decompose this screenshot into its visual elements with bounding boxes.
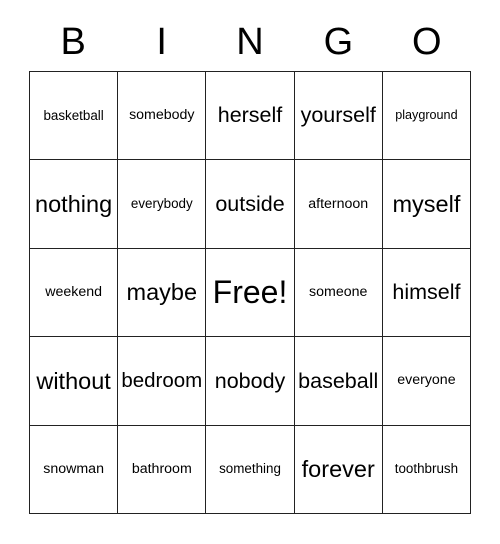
bingo-cell[interactable]: myself bbox=[382, 160, 472, 249]
bingo-cell[interactable]: basketball bbox=[30, 72, 119, 161]
bingo-cell[interactable]: afternoon bbox=[294, 160, 383, 249]
bingo-cell-label: everybody bbox=[130, 196, 193, 212]
bingo-row: without bedroom nobody baseball everyone bbox=[30, 337, 472, 426]
bingo-cell[interactable]: somebody bbox=[118, 72, 207, 161]
bingo-cell-label: bathroom bbox=[131, 460, 192, 477]
bingo-cell[interactable]: forever bbox=[294, 425, 383, 514]
bingo-row: snowman bathroom something forever toothbrus… bbox=[30, 425, 472, 514]
bingo-cell[interactable]: without bbox=[30, 337, 119, 426]
bingo-cell-label: myself bbox=[392, 190, 461, 217]
bingo-cell[interactable]: nobody bbox=[206, 337, 295, 426]
bingo-row: basketball somebody herself yourself playgro… bbox=[30, 72, 472, 161]
bingo-cell[interactable]: someone bbox=[294, 248, 383, 338]
bingo-cell-label: himself bbox=[392, 280, 461, 305]
bingo-free-space[interactable]: Free! bbox=[206, 248, 295, 338]
bingo-cell-label: somebody bbox=[129, 107, 195, 124]
bingo-cell-label: basketball bbox=[43, 107, 104, 123]
bingo-row: nothing everybody outside afternoon myself bbox=[30, 160, 472, 249]
bingo-cell[interactable]: everyone bbox=[382, 337, 472, 426]
bingo-cell[interactable]: himself bbox=[382, 248, 472, 338]
bingo-cell[interactable]: something bbox=[206, 425, 295, 514]
bingo-header-letter-b: B bbox=[60, 20, 86, 63]
bingo-cell[interactable]: everybody bbox=[118, 160, 207, 249]
bingo-cell-label: toothbrush bbox=[394, 461, 459, 477]
bingo-cell-label: something bbox=[219, 461, 281, 477]
bingo-row: weekend maybe Free! someone himself bbox=[30, 248, 472, 338]
bingo-cell[interactable]: nothing bbox=[30, 160, 119, 249]
bingo-header-letter-o: O bbox=[412, 20, 442, 63]
bingo-cell[interactable]: weekend bbox=[30, 248, 119, 338]
bingo-cell-label: afternoon bbox=[308, 195, 369, 212]
bingo-header-letter-n: N bbox=[236, 20, 264, 63]
bingo-cell-label: playground bbox=[395, 108, 458, 123]
bingo-cell-label: weekend bbox=[45, 284, 102, 301]
bingo-cell[interactable]: outside bbox=[206, 160, 295, 249]
bingo-header-letter-i: I bbox=[156, 20, 167, 63]
bingo-cell-label: yourself bbox=[300, 103, 376, 128]
bingo-cell[interactable]: bathroom bbox=[118, 425, 207, 514]
bingo-cell-label: baseball bbox=[298, 368, 379, 393]
bingo-header-letter-g: G bbox=[323, 20, 354, 63]
bingo-cell-label: bedroom bbox=[121, 369, 203, 393]
bingo-cell-label: nobody bbox=[214, 368, 286, 393]
bingo-cell[interactable]: baseball bbox=[294, 337, 383, 426]
bingo-cell[interactable]: maybe bbox=[118, 248, 207, 338]
bingo-cell[interactable]: yourself bbox=[294, 72, 383, 161]
bingo-cell-label: forever bbox=[301, 455, 375, 482]
bingo-cell-label: without bbox=[36, 367, 111, 394]
bingo-cell-label: everyone bbox=[397, 372, 456, 389]
bingo-cell[interactable]: snowman bbox=[30, 425, 119, 514]
bingo-cell-label: someone bbox=[309, 284, 368, 301]
bingo-cell[interactable]: bedroom bbox=[118, 337, 207, 426]
bingo-grid: basketball somebody herself yourself playgro… bbox=[29, 71, 472, 514]
bingo-cell-label: maybe bbox=[126, 279, 198, 306]
bingo-cell-label: nothing bbox=[35, 190, 113, 217]
bingo-cell-label: outside bbox=[215, 191, 285, 216]
bingo-cell-label: snowman bbox=[43, 460, 104, 477]
bingo-cell-label: Free! bbox=[212, 273, 288, 310]
bingo-cell-label: herself bbox=[217, 103, 283, 128]
bingo-header: BINGO bbox=[29, 14, 471, 71]
bingo-card: B I N G O basketball somebody herself yourself p… bbox=[29, 14, 472, 514]
bingo-cell[interactable]: toothbrush bbox=[382, 425, 472, 514]
bingo-cell[interactable]: playground bbox=[382, 72, 472, 161]
bingo-cell[interactable]: herself bbox=[206, 72, 295, 161]
